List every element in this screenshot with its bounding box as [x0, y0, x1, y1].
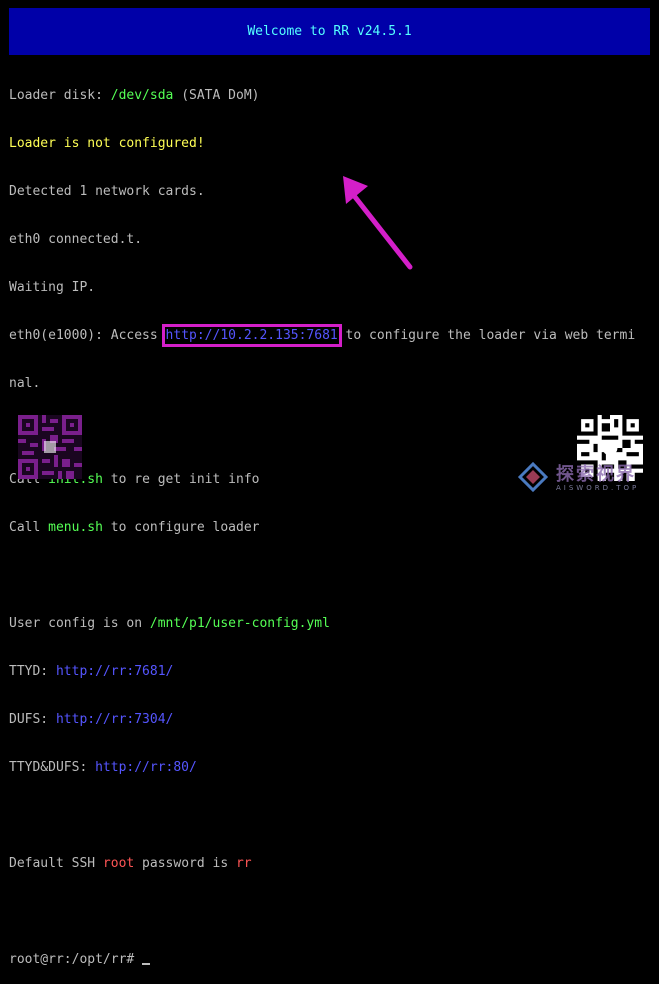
- watermark: 探索视界 AISWORD.TOP: [516, 458, 656, 498]
- ttyd-url-link[interactable]: http://rr:7681/: [56, 664, 173, 679]
- dufs-url-link[interactable]: http://rr:7304/: [56, 712, 173, 727]
- watermark-text: 探索视界: [556, 464, 636, 485]
- shell-prompt[interactable]: root@rr:/opt/rr#: [9, 952, 654, 968]
- terminal-line: Default SSH root password is rr: [9, 856, 252, 871]
- ssh-password: rr: [235, 856, 252, 871]
- watermark-logo-icon: [517, 461, 549, 493]
- terminal-line: User config is on /mnt/p1/user-config.ym…: [9, 616, 330, 631]
- menu-sh-command: menu.sh: [48, 520, 103, 535]
- access-url-link[interactable]: http://10.2.2.135:7681: [161, 324, 342, 347]
- terminal-line: TTYD&DUFS: http://rr:80/: [9, 760, 197, 775]
- terminal-line: Call menu.sh to configure loader: [9, 520, 260, 535]
- terminal-line: nal.: [9, 376, 41, 391]
- terminal-line: Waiting IP.: [9, 280, 96, 295]
- terminal-line-access: eth0(e1000): Access http://10.2.2.135:76…: [9, 324, 636, 347]
- user-config-path: /mnt/p1/user-config.yml: [149, 616, 330, 631]
- watermark-subtext: AISWORD.TOP: [556, 484, 640, 492]
- terminal-line: Loader disk: /dev/sda (SATA DoM): [9, 88, 260, 103]
- qr-code-icon: [18, 415, 82, 479]
- terminal-line: DUFS: http://rr:7304/: [9, 712, 174, 727]
- cursor: [142, 963, 151, 965]
- arrow-up-left-icon: [343, 176, 413, 270]
- terminal-line: TTYD: http://rr:7681/: [9, 664, 174, 679]
- banner-title: Welcome to RR v24.5.1: [247, 24, 412, 39]
- welcome-banner: Welcome to RR v24.5.1: [9, 8, 650, 55]
- terminal-line-warning: Loader is not configured!: [9, 136, 205, 151]
- ssh-user: root: [102, 856, 135, 871]
- ttyd-dufs-url-link[interactable]: http://rr:80/: [95, 760, 197, 775]
